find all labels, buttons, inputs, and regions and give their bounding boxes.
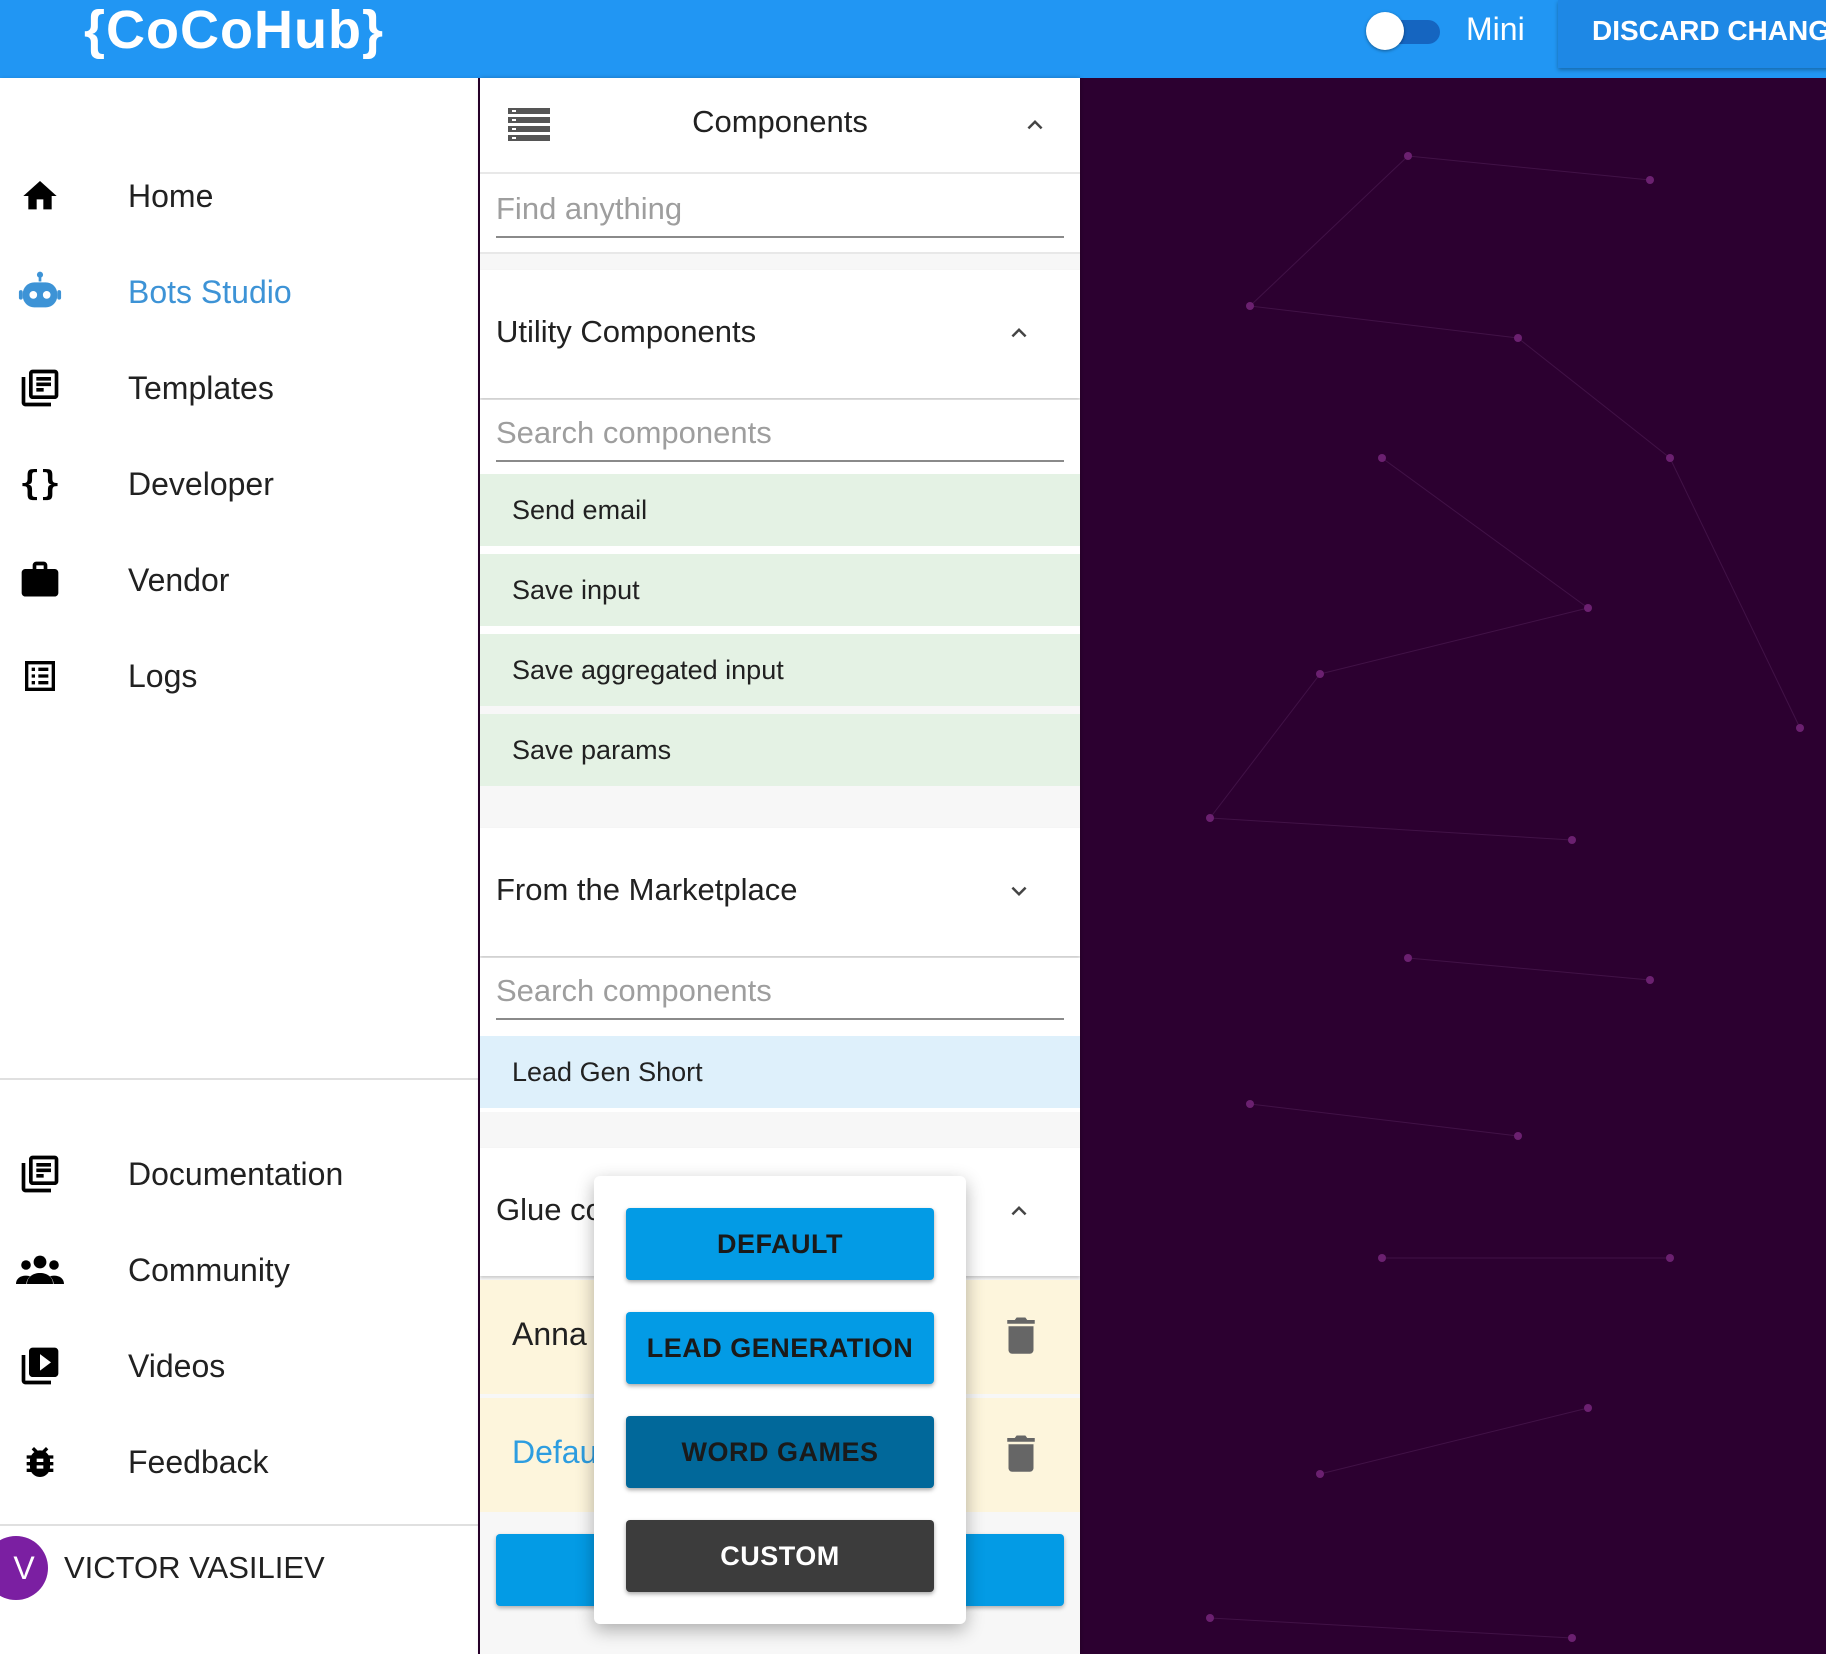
chevron-down-icon[interactable] — [1004, 876, 1034, 906]
sidebar-item-videos[interactable]: Videos — [0, 1326, 478, 1406]
chevron-up-icon[interactable] — [1004, 1196, 1034, 1226]
chevron-up-icon[interactable] — [1004, 318, 1034, 348]
utility-components-header[interactable]: Utility Components — [480, 270, 1080, 398]
glue-row-name[interactable]: Defau — [512, 1434, 597, 1471]
section-title: Glue co — [496, 1192, 603, 1227]
panel-title: Components — [692, 104, 868, 139]
delete-icon[interactable] — [1006, 1316, 1036, 1354]
sidebar-item-community[interactable]: Community — [0, 1230, 478, 1310]
sidebar-item-label: Feedback — [128, 1443, 269, 1480]
documentation-icon — [16, 1150, 64, 1198]
sidebar-item-vendor[interactable]: Vendor — [0, 540, 478, 620]
sidebar-item-developer[interactable]: {} Developer — [0, 444, 478, 524]
sidebar-item-label: Home — [128, 177, 214, 214]
sidebar-item-home[interactable]: Home — [0, 156, 478, 236]
find-anything-input[interactable] — [496, 182, 1064, 238]
list-item[interactable]: Save aggregated input — [480, 634, 1080, 706]
sidebar-item-label: Community — [128, 1251, 290, 1288]
sidebar-item-label: Videos — [128, 1347, 226, 1384]
default-option-button[interactable]: DEFAULT — [626, 1208, 934, 1280]
robot-icon — [16, 268, 64, 316]
sidebar-item-templates[interactable]: Templates — [0, 348, 478, 428]
mini-toggle-switch[interactable] — [1366, 12, 1442, 50]
braces-icon: {} — [19, 464, 61, 504]
list-item[interactable]: Send email — [480, 474, 1080, 546]
discard-changes-button[interactable]: DISCARD CHANGE — [1558, 0, 1826, 68]
section-title: From the Marketplace — [496, 872, 798, 907]
chevron-up-icon[interactable] — [1020, 110, 1050, 140]
sidebar-item-bots-studio[interactable]: Bots Studio — [0, 252, 478, 332]
avatar[interactable]: V — [0, 1536, 48, 1600]
templates-icon — [16, 364, 64, 412]
community-icon — [16, 1246, 64, 1294]
user-name: VICTOR VASILIEV — [64, 1550, 325, 1585]
bug-icon — [16, 1438, 64, 1486]
sidebar-item-label: Documentation — [128, 1155, 344, 1192]
briefcase-icon — [16, 556, 64, 604]
sidebar-item-label: Logs — [128, 657, 198, 694]
custom-option-button[interactable]: CUSTOM — [626, 1520, 934, 1592]
top-app-bar: {CoCoHub} Mini DISCARD CHANGE — [0, 0, 1826, 78]
utility-search-input[interactable] — [496, 406, 1064, 462]
toggle-knob[interactable] — [1366, 12, 1404, 50]
sidebar-divider — [0, 1078, 478, 1080]
home-icon — [16, 172, 64, 220]
word-games-option-button[interactable]: WORD GAMES — [626, 1416, 934, 1488]
lead-generation-option-button[interactable]: LEAD GENERATION — [626, 1312, 934, 1384]
mini-toggle-label: Mini — [1466, 11, 1525, 47]
find-anything-container — [480, 174, 1080, 254]
list-item[interactable]: Save input — [480, 554, 1080, 626]
glue-row-name: Anna — [512, 1316, 587, 1352]
user-profile[interactable]: V VICTOR VASILIEV — [0, 1518, 478, 1618]
canvas-background — [1206, 152, 1804, 1642]
template-type-menu: DEFAULT LEAD GENERATION WORD GAMES CUSTO… — [594, 1176, 966, 1624]
marketplace-list: Lead Gen Short — [480, 958, 1080, 1112]
list-icon — [16, 652, 64, 700]
section-title: Utility Components — [496, 314, 757, 349]
sidebar-item-documentation[interactable]: Documentation — [0, 1134, 478, 1214]
sidebar-item-label: Vendor — [128, 561, 230, 598]
left-navigation-drawer: Home Bots Studio Templates {} Developer … — [0, 78, 478, 1654]
list-item[interactable]: Lead Gen Short — [480, 1036, 1080, 1108]
marketplace-header[interactable]: From the Marketplace — [480, 828, 1080, 956]
delete-icon[interactable] — [1006, 1434, 1036, 1472]
marketplace-search-input[interactable] — [496, 964, 1064, 1020]
sidebar-item-label: Bots Studio — [128, 273, 292, 310]
cocohub-logo[interactable]: {CoCoHub} — [84, 0, 384, 64]
list-item[interactable]: Save params — [480, 714, 1080, 786]
sidebar-item-logs[interactable]: Logs — [0, 636, 478, 716]
components-panel-header[interactable]: Components — [480, 78, 1080, 174]
sidebar-item-label: Templates — [128, 369, 274, 406]
sidebar-item-feedback[interactable]: Feedback — [0, 1422, 478, 1502]
video-library-icon — [16, 1342, 64, 1390]
sidebar-item-label: Developer — [128, 465, 274, 502]
utility-components-list: Send email Save input Save aggregated in… — [480, 400, 1080, 786]
